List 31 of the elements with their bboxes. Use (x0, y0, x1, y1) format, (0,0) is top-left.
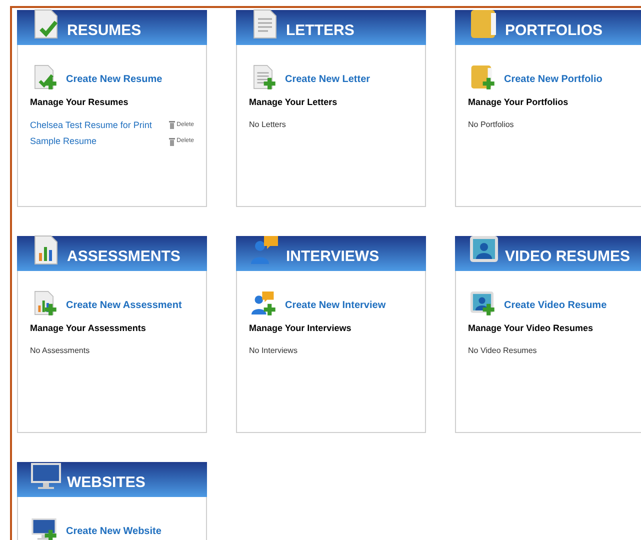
create-link[interactable]: Create New Resume (66, 72, 162, 87)
section-title: PORTFOLIOS (505, 23, 602, 38)
manage-heading: Manage Your Letters (249, 96, 338, 109)
section-title: ASSESSMENTS (67, 249, 180, 264)
manage-heading: Manage Your Video Resumes (468, 322, 594, 335)
manage-heading: Manage Your Portfolios (468, 96, 570, 109)
manage-heading: Manage Your Interviews (249, 322, 352, 335)
trash-icon (168, 138, 175, 146)
create-link[interactable]: Create New Website (66, 524, 162, 539)
create-link[interactable]: Create New Letter (285, 72, 370, 87)
manage-heading: Manage Your Resumes (30, 96, 130, 109)
empty-message: No Interviews (249, 344, 298, 356)
create-link[interactable]: Create Video Resume (504, 298, 607, 313)
monitor-person-plus-icon (468, 289, 496, 317)
resume-link[interactable]: Sample Resume (30, 135, 97, 148)
empty-message: No Video Resumes (468, 344, 538, 356)
section-title: RESUMES (67, 23, 142, 38)
create-link[interactable]: Create New Interview (285, 298, 386, 313)
empty-message: No Portfolios (468, 118, 515, 130)
section-title: INTERVIEWS (286, 249, 380, 264)
empty-message: No Letters (249, 118, 287, 130)
trash-icon (168, 121, 175, 130)
section-title: WEBSITES (67, 475, 146, 490)
resume-link[interactable]: Chelsea Test Resume for Print (30, 118, 152, 132)
manage-heading: Manage Your Assessments (30, 322, 147, 335)
person-speech-bubble-plus-icon (249, 289, 277, 317)
create-link[interactable]: Create New Assessment (66, 298, 182, 313)
section-title: LETTERS (286, 23, 354, 38)
create-link[interactable]: Create New Portfolio (504, 72, 602, 87)
empty-message: No Assessments (30, 344, 91, 356)
section-title: VIDEO RESUMES (505, 249, 630, 264)
